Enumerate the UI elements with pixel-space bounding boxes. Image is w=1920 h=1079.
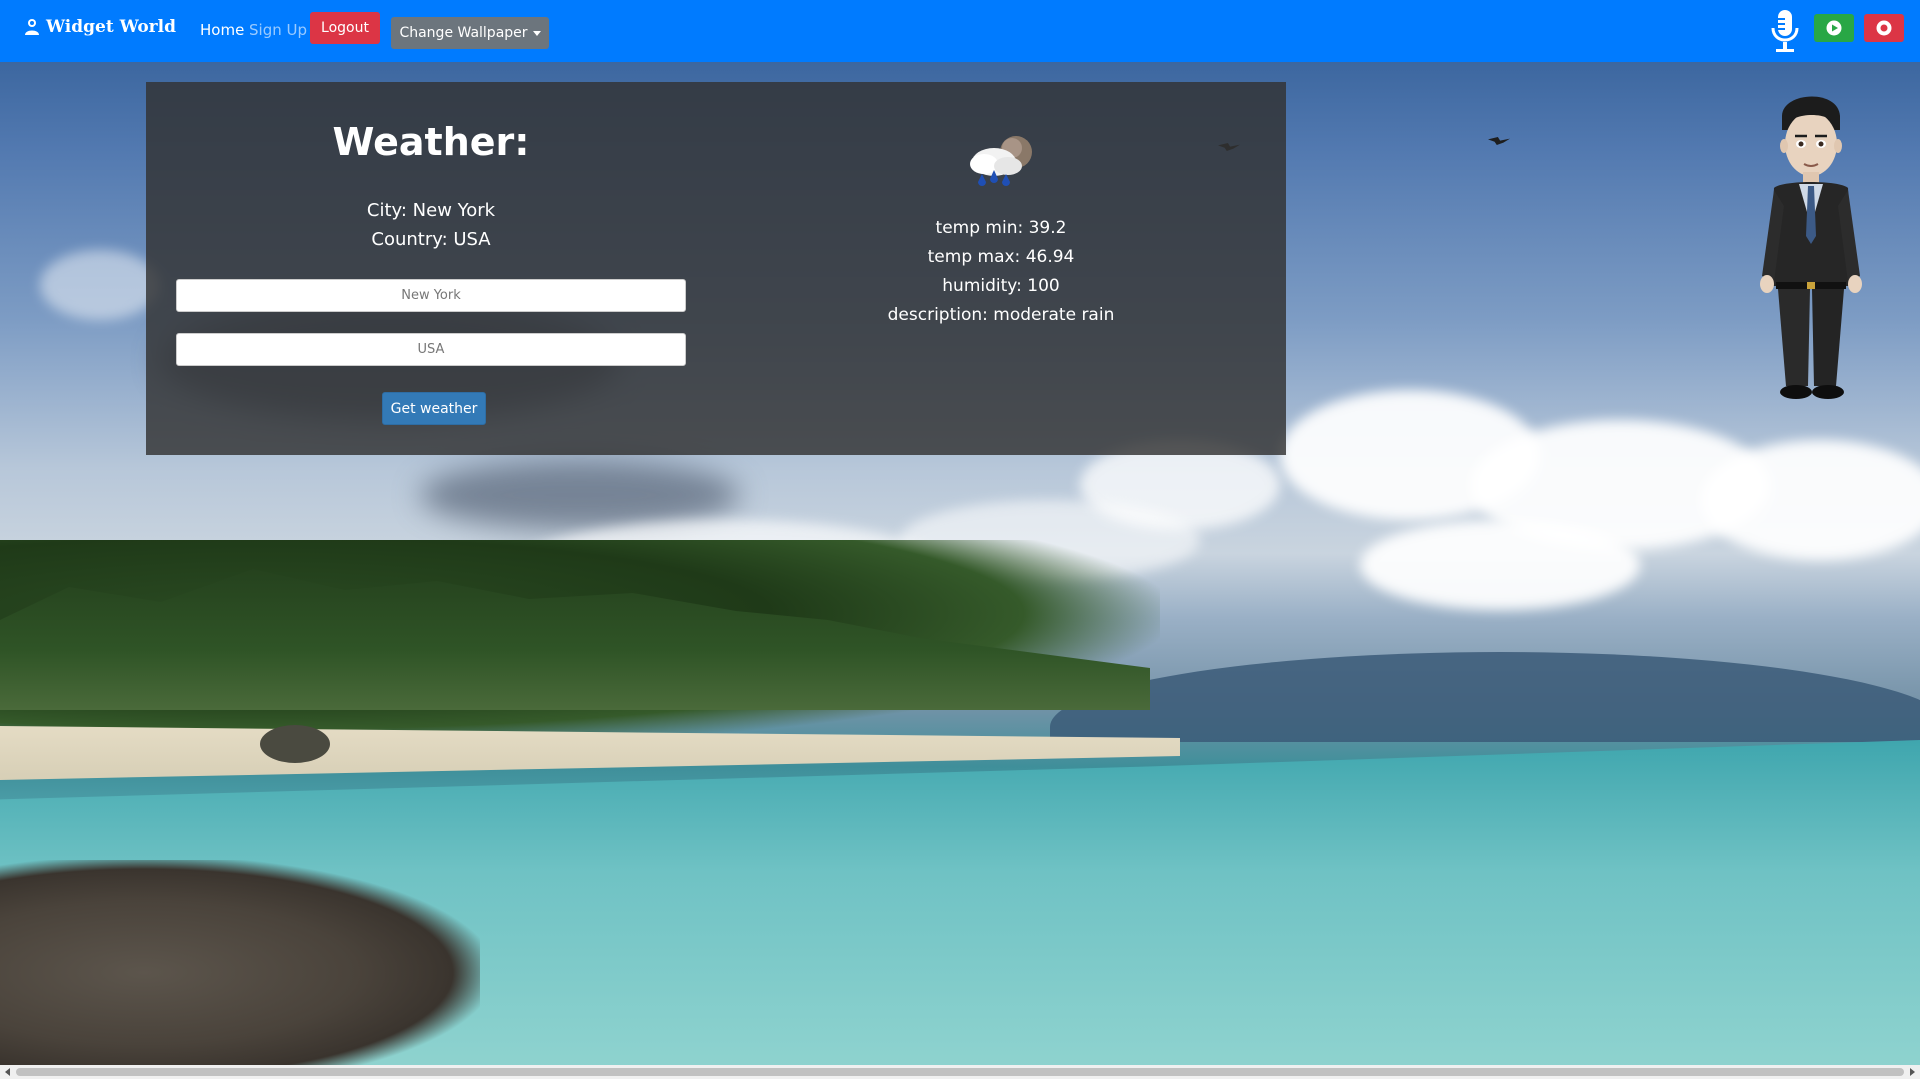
description-text: description: moderate rain <box>887 305 1115 325</box>
country-input[interactable] <box>176 333 686 366</box>
logout-label: Logout <box>321 20 369 36</box>
change-wallpaper-label: Change Wallpaper <box>399 25 528 41</box>
record-button[interactable] <box>1864 14 1904 42</box>
logout-button[interactable]: Logout <box>310 12 380 44</box>
weather-widget: Weather: City: New York Country: USA Get… <box>146 82 1286 455</box>
nav-home-link[interactable]: Home <box>200 21 244 39</box>
get-weather-label: Get weather <box>390 400 478 417</box>
record-icon <box>1876 20 1892 36</box>
microphone-icon[interactable] <box>1768 8 1802 54</box>
humidity-text: humidity: 100 <box>942 276 1060 296</box>
user-icon <box>25 19 39 35</box>
avatar[interactable] <box>1752 86 1870 406</box>
city-input[interactable] <box>176 279 686 312</box>
weather-title: Weather: <box>332 120 530 164</box>
bird-silhouette <box>1488 137 1510 145</box>
change-wallpaper-dropdown[interactable]: Change Wallpaper <box>391 17 549 49</box>
brand-name: Widget World <box>46 17 176 37</box>
scroll-left-icon[interactable] <box>5 1068 10 1076</box>
brand-link[interactable]: Widget World <box>24 17 176 37</box>
temp-min-text: temp min: 39.2 <box>935 218 1067 238</box>
scrollbar-thumb[interactable] <box>16 1068 1904 1076</box>
nav-signup-link[interactable]: Sign Up <box>249 21 307 39</box>
caret-down-icon <box>532 30 541 36</box>
temp-max-text: temp max: 46.94 <box>927 247 1075 267</box>
play-button[interactable] <box>1814 14 1854 42</box>
top-navbar: Widget World Home Sign Up Logout Change … <box>0 0 1920 62</box>
get-weather-button[interactable]: Get weather <box>382 392 486 425</box>
city-text: City: New York <box>366 200 496 221</box>
rain-cloud-icon <box>970 136 1032 186</box>
play-icon <box>1826 20 1842 36</box>
horizontal-scrollbar[interactable] <box>0 1065 1920 1079</box>
scroll-right-icon[interactable] <box>1910 1068 1915 1076</box>
country-text: Country: USA <box>371 229 491 250</box>
